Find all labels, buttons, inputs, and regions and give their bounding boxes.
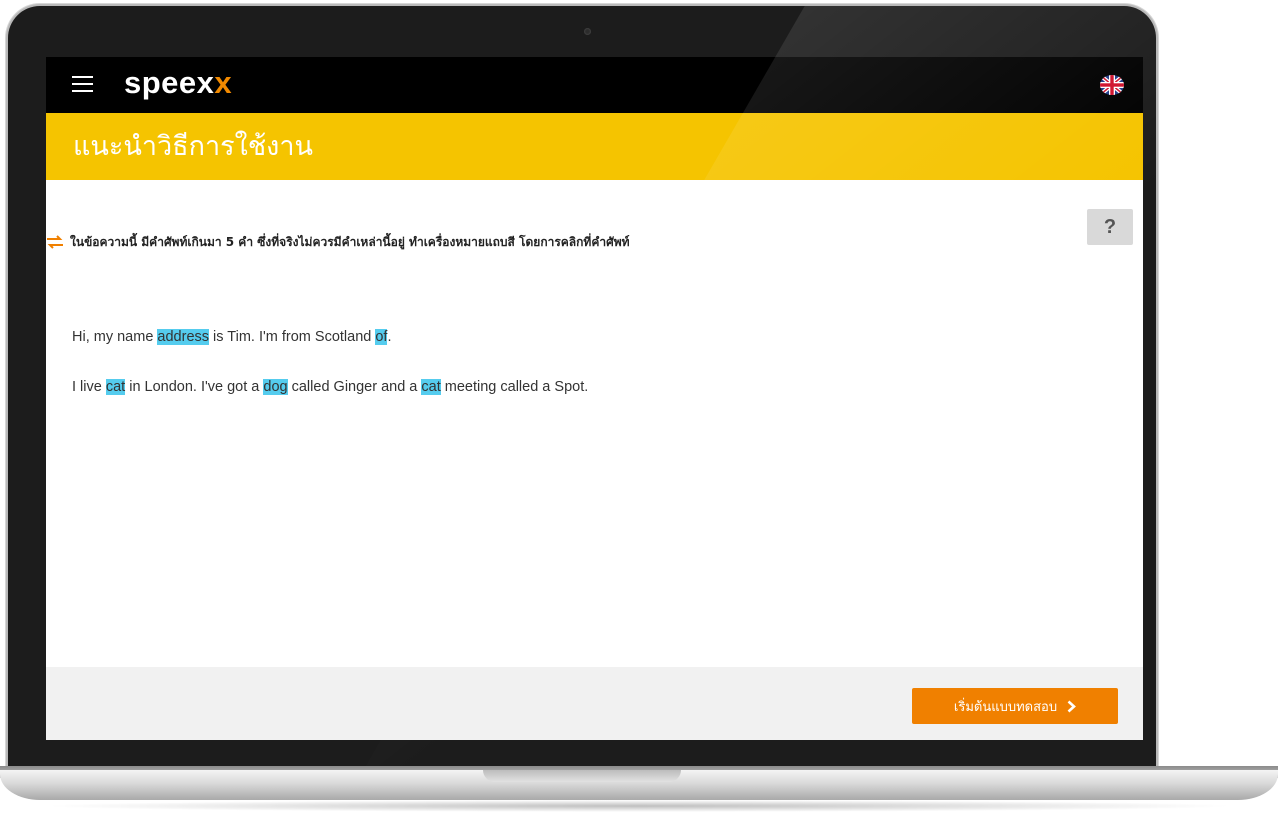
sentence-text: Hi, my name (72, 329, 158, 345)
sentence-text: meeting called a Spot. (440, 379, 589, 395)
instruction: ในข้อความนี้ มีคำศัพท์เกินมา 5 คำ ซึ่งที… (46, 234, 630, 250)
sentence-text: called Ginger and a (287, 379, 422, 395)
sentence-text: I live (72, 379, 106, 395)
highlighted-word[interactable]: cat (105, 379, 126, 395)
swap-arrows-icon (47, 235, 63, 249)
sentence-text: . (387, 329, 392, 345)
laptop-mockup: speexx แนะนำวิธีการใช้งาน ? ในข้อความนี้… (0, 0, 1278, 818)
exercise-sentence-2: I live cat in London. I've got a dog cal… (72, 378, 588, 396)
sentence-text: is Tim. I'm from Scotland (209, 329, 376, 345)
start-test-button[interactable]: เริ่มต้นแบบทดสอบ (912, 688, 1118, 724)
page-title: แนะนำวิธีการใช้งาน (73, 131, 313, 162)
help-button[interactable]: ? (1087, 209, 1133, 245)
instruction-text: ในข้อความนี้ มีคำศัพท์เกินมา 5 คำ ซึ่งที… (70, 235, 630, 249)
highlighted-word[interactable]: of (375, 329, 388, 345)
laptop-lid: speexx แนะนำวิธีการใช้งาน ? ในข้อความนี้… (8, 6, 1156, 776)
highlighted-word[interactable]: address (157, 329, 210, 345)
app-screen: speexx แนะนำวิธีการใช้งาน ? ในข้อความนี้… (46, 57, 1143, 740)
start-test-label: เริ่มต้นแบบทดสอบ (953, 699, 1058, 715)
hamburger-menu-icon[interactable] (72, 76, 93, 92)
exercise-sentence-1: Hi, my name address is Tim. I'm from Sco… (72, 328, 391, 346)
laptop-shadow (40, 800, 1238, 812)
logo-accent: x (214, 65, 233, 100)
footer-bar: เริ่มต้นแบบทดสอบ (46, 667, 1143, 740)
highlighted-word[interactable]: cat (421, 379, 441, 395)
title-bar: แนะนำวิธีการใช้งาน (46, 113, 1143, 180)
uk-flag-icon[interactable] (1100, 75, 1124, 95)
camera (584, 28, 591, 35)
top-navigation-bar: speexx (46, 57, 1143, 113)
laptop-opening-notch (483, 770, 681, 782)
sentence-text: in London. I've got a (125, 379, 264, 395)
highlighted-word[interactable]: dog (263, 379, 288, 395)
logo-text: speex (124, 65, 215, 100)
speexx-logo: speexx (124, 65, 232, 101)
chevron-right-icon (1067, 700, 1077, 712)
